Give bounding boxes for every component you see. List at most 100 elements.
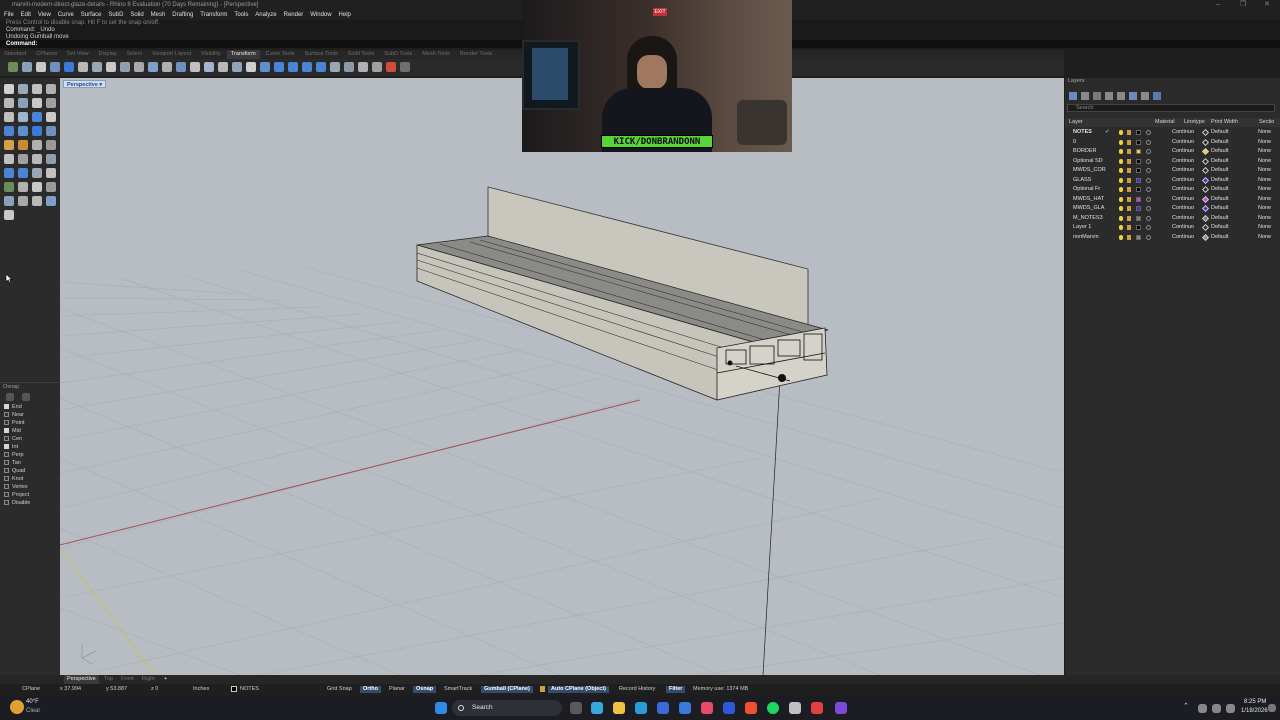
layer-name[interactable]: Optional SD (1073, 157, 1103, 166)
print-color-icon[interactable] (1201, 185, 1210, 194)
status-layer[interactable]: NOTES (240, 684, 259, 695)
move-icon[interactable] (8, 62, 18, 72)
material-icon[interactable] (1146, 215, 1151, 221)
tray-chevron-icon[interactable]: ⌃ (1183, 702, 1189, 710)
layer-color-swatch[interactable] (1136, 196, 1141, 202)
task-view-icon[interactable] (570, 702, 582, 714)
layer-linetype[interactable]: Continuo (1172, 204, 1194, 213)
osnap-tan[interactable]: Tan (0, 459, 60, 467)
print-color-icon[interactable] (1201, 176, 1210, 184)
layer-linetype[interactable]: Continuo (1172, 138, 1194, 147)
layer-color-swatch[interactable] (1136, 206, 1141, 211)
mail-icon[interactable] (657, 702, 669, 714)
layer-row[interactable]: MWDS_COR Continuo Default None (1065, 166, 1280, 175)
status-filter[interactable]: Filter (666, 686, 686, 693)
osnap-checkbox[interactable] (4, 452, 9, 457)
osnap-checkbox[interactable] (4, 484, 9, 489)
project-icon[interactable] (260, 62, 270, 72)
visibility-bulb-icon[interactable] (1119, 234, 1123, 240)
weather-icon[interactable] (10, 700, 24, 714)
layer-linetype[interactable]: Continuo (1172, 128, 1194, 137)
gumball-icon[interactable] (386, 62, 396, 72)
layer-name[interactable]: MWDS_COR (1073, 166, 1106, 175)
layer-name[interactable]: 0 (1073, 138, 1076, 147)
polygon-icon[interactable] (4, 112, 14, 122)
extend-icon[interactable] (46, 112, 56, 122)
menu-tools[interactable]: Tools (234, 10, 248, 20)
menu-solid[interactable]: Solid (130, 10, 143, 20)
boxedit-icon[interactable] (358, 62, 368, 72)
visibility-bulb-icon[interactable] (1119, 196, 1123, 202)
tab-transform[interactable]: Transform (226, 50, 260, 59)
layer-linetype[interactable]: Continuo (1172, 233, 1194, 242)
layer-linetype[interactable]: Continuo (1172, 147, 1194, 156)
cylinder-icon[interactable] (32, 140, 42, 150)
layer-name[interactable]: MWDS_HAT (1073, 195, 1104, 204)
layer-section[interactable]: None (1258, 204, 1271, 213)
layer-print-width[interactable]: Default (1211, 185, 1228, 194)
layer-print-width[interactable]: Default (1211, 233, 1228, 242)
visibility-bulb-icon[interactable] (1119, 158, 1123, 164)
osnap-checkbox[interactable] (4, 492, 9, 497)
layer-row[interactable]: M_NOTES3 Continuo Default None (1065, 214, 1280, 223)
mirror-icon[interactable] (64, 62, 74, 72)
osnap-checkbox[interactable] (4, 476, 9, 481)
status-osnap[interactable]: Osnap (413, 686, 437, 693)
menu-drafting[interactable]: Drafting (172, 10, 193, 20)
grid-icon[interactable] (18, 196, 28, 206)
layer-name[interactable]: BORDER (1073, 147, 1097, 156)
osnap-checkbox[interactable] (4, 420, 9, 425)
layer-linetype[interactable]: Continuo (1172, 223, 1194, 232)
maximize-button[interactable]: ❐ (1240, 0, 1246, 10)
rhino-icon[interactable] (789, 702, 801, 714)
visibility-bulb-icon[interactable] (1119, 130, 1123, 135)
tab-standard[interactable]: Standard (0, 50, 30, 59)
osnap-quad[interactable]: Quad (0, 467, 60, 475)
material-icon[interactable] (1146, 196, 1151, 202)
layer-section[interactable]: None (1258, 223, 1271, 232)
more-tools-icon[interactable] (400, 62, 410, 72)
box-icon[interactable] (4, 140, 14, 150)
trim-icon[interactable] (4, 154, 14, 164)
leader-icon[interactable] (46, 182, 56, 192)
osnap-point[interactable]: Point (0, 419, 60, 427)
material-icon[interactable] (1146, 225, 1151, 230)
col-material[interactable]: Material (1155, 118, 1175, 127)
extrude-icon[interactable] (18, 126, 28, 136)
lock-icon[interactable] (1127, 206, 1131, 211)
polyline-icon[interactable] (32, 84, 42, 94)
office-icon[interactable] (745, 702, 757, 714)
material-icon[interactable] (1146, 158, 1151, 164)
layer-color-swatch[interactable] (1136, 177, 1141, 183)
tab-mesh-tools[interactable]: Mesh Tools (418, 50, 454, 59)
history-icon[interactable] (4, 210, 14, 220)
move-layer-up-icon[interactable] (1105, 92, 1113, 100)
material-icon[interactable] (1146, 177, 1151, 183)
discord-icon[interactable] (835, 702, 847, 714)
material-icon[interactable] (1146, 168, 1151, 173)
copy-icon[interactable] (22, 62, 32, 72)
scale-tool-icon[interactable] (46, 168, 56, 178)
print-color-icon[interactable] (1201, 166, 1210, 175)
vp-tab-front[interactable]: Front (121, 675, 134, 684)
layer-color-swatch[interactable] (1136, 225, 1141, 230)
vp-tab-right[interactable]: Right (142, 675, 155, 684)
layer-section[interactable]: None (1258, 185, 1271, 194)
osnap-checkbox[interactable] (4, 412, 9, 417)
clock-time[interactable]: 8:25 PM (1244, 699, 1266, 705)
osnap-checkbox[interactable] (4, 404, 9, 409)
layer-section[interactable]: None (1258, 176, 1271, 185)
hatch-icon[interactable] (32, 182, 42, 192)
taskbar-search[interactable]: Search (452, 700, 562, 716)
layer-search-input[interactable]: Search (1067, 104, 1275, 112)
print-color-icon[interactable] (1201, 233, 1210, 241)
layer-linetype[interactable]: Continuo (1172, 185, 1194, 194)
set-points-icon[interactable] (330, 62, 340, 72)
osnap-disable[interactable]: Disable (0, 499, 60, 507)
offset-icon[interactable] (32, 112, 42, 122)
osnap-settings-icon[interactable] (6, 393, 14, 401)
dimension-icon[interactable] (4, 182, 14, 192)
layer-name[interactable]: M_NOTES3 (1073, 214, 1103, 223)
tab-render-tools[interactable]: Render Tools (456, 50, 496, 59)
join-icon[interactable] (32, 154, 42, 164)
